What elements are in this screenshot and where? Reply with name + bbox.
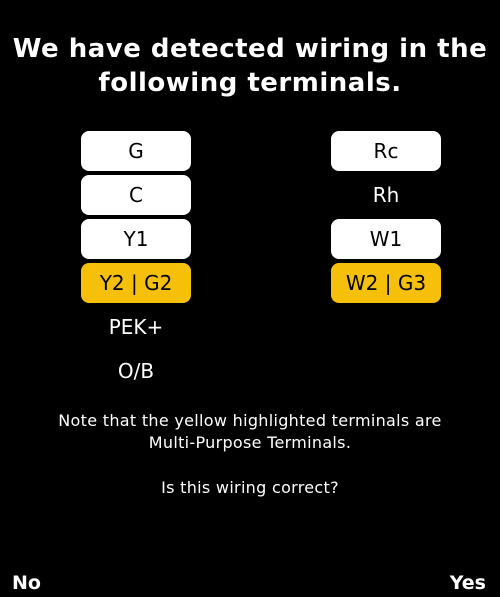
terminal-y1: Y1 <box>81 219 191 259</box>
confirm-question: Is this wiring correct? <box>161 478 339 497</box>
note-line-1: Note that the yellow highlighted termina… <box>58 411 442 430</box>
terminal-g: G <box>81 131 191 171</box>
note-line-2: Multi-Purpose Terminals. <box>148 433 352 452</box>
multi-purpose-note: Note that the yellow highlighted termina… <box>0 410 500 454</box>
terminal-c: C <box>81 175 191 215</box>
right-terminal-column: Rc Rh W1 W2 | G3 <box>331 131 441 307</box>
terminal-pek: PEK+ <box>108 315 164 339</box>
terminal-w2-g3: W2 | G3 <box>331 263 441 303</box>
terminal-y2-g2: Y2 | G2 <box>81 263 191 303</box>
title-line-1: We have detected wiring in the <box>12 34 488 64</box>
no-button[interactable]: No <box>12 572 41 594</box>
terminal-rc: Rc <box>331 131 441 171</box>
title-line-2: following terminals. <box>98 68 402 98</box>
terminal-ob: O/B <box>117 359 155 383</box>
terminal-w1: W1 <box>331 219 441 259</box>
yes-button[interactable]: Yes <box>450 572 486 594</box>
left-terminal-column: G C Y1 Y2 | G2 PEK+ O/B <box>81 131 191 395</box>
page-title: We have detected wiring in the following… <box>0 32 500 100</box>
terminal-rh: Rh <box>372 183 400 207</box>
